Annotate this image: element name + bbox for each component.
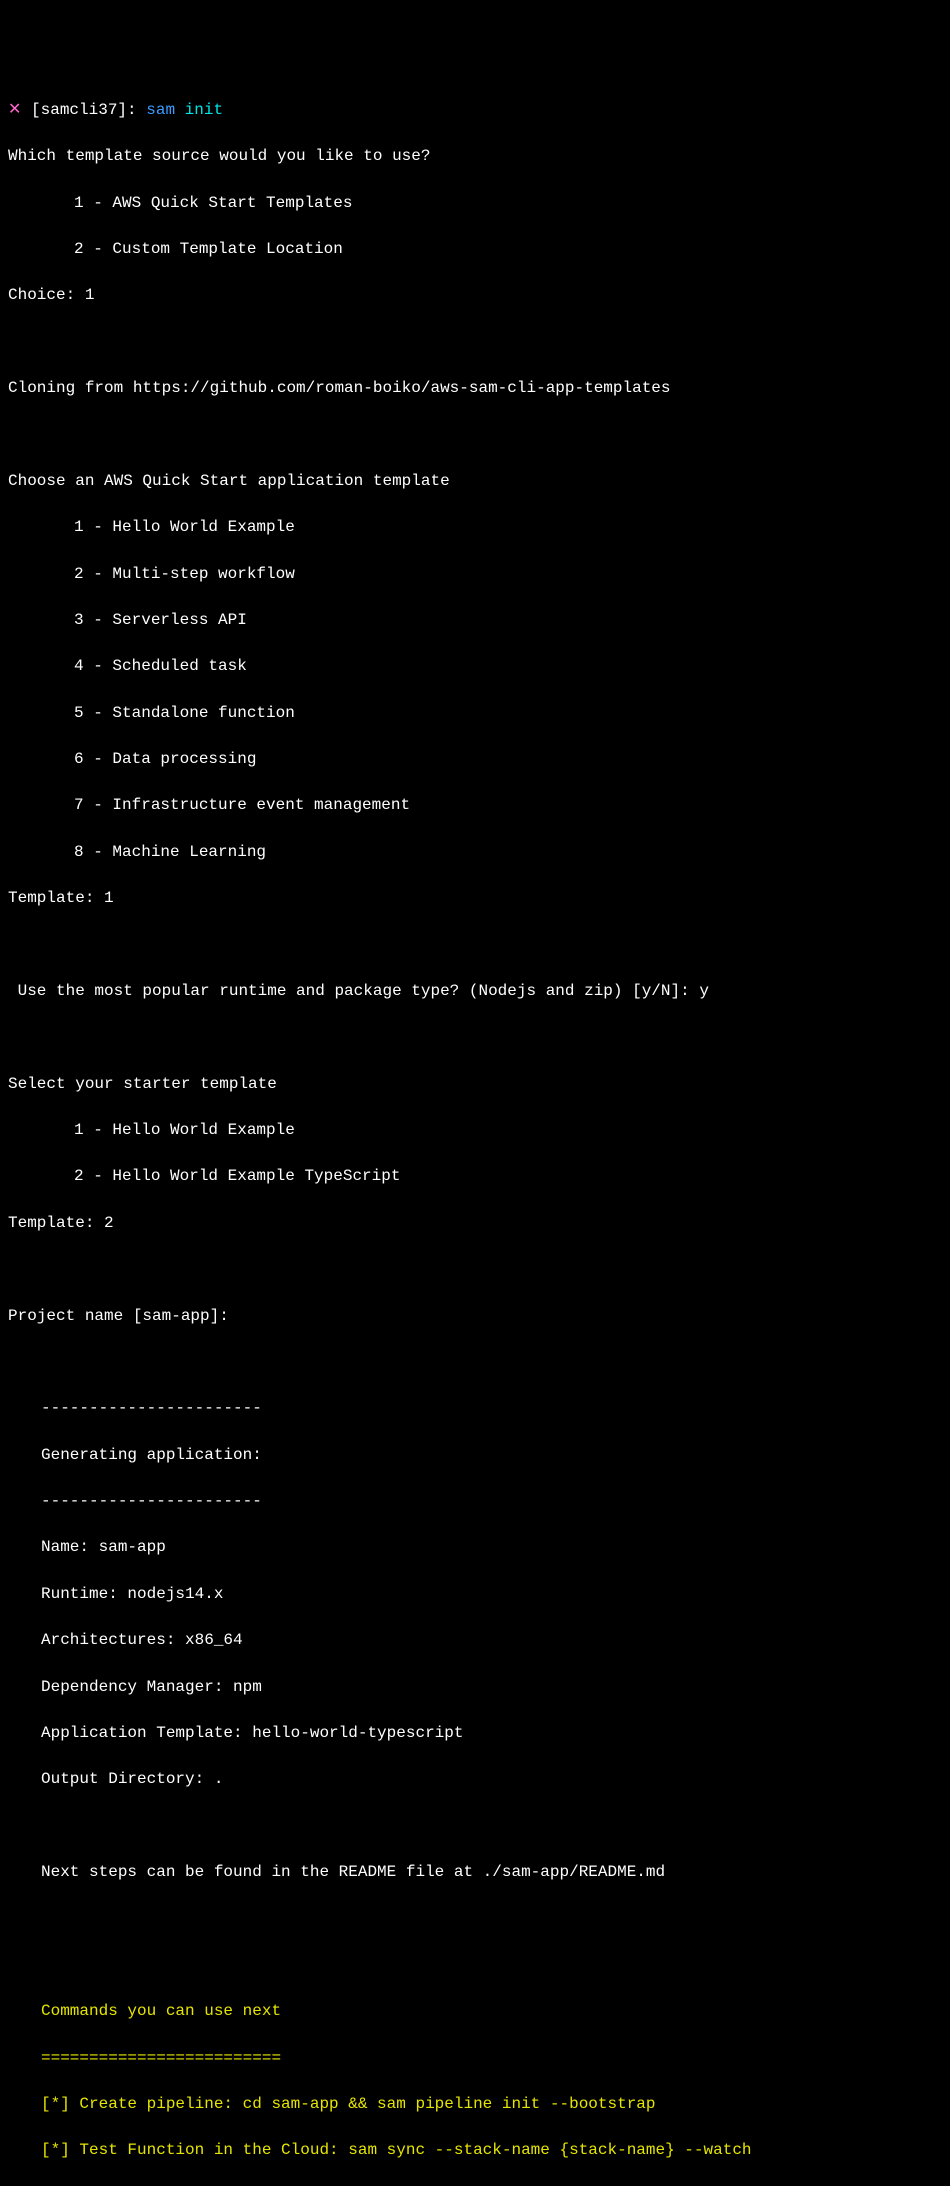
question-starter-template: Select your starter template	[8, 1073, 942, 1096]
popular-runtime-question[interactable]: Use the most popular runtime and package…	[8, 980, 942, 1003]
next-command-test: [*] Test Function in the Cloud: sam sync…	[8, 2139, 942, 2162]
gen-name: Name: sam-app	[8, 1536, 942, 1559]
next-command-pipeline: [*] Create pipeline: cd sam-app && sam p…	[8, 2093, 942, 2116]
project-name-prompt[interactable]: Project name [sam-app]:	[8, 1305, 942, 1328]
gen-runtime: Runtime: nodejs14.x	[8, 1583, 942, 1606]
option-quick-start-2: 2 - Multi-step workflow	[8, 563, 942, 586]
separator: -----------------------	[8, 1490, 942, 1513]
prompt-line[interactable]: ✕ [samcli37]: sam init	[8, 99, 942, 122]
separator: -----------------------	[8, 1397, 942, 1420]
option-template-source-2: 2 - Custom Template Location	[8, 238, 942, 261]
close-icon: ✕	[8, 101, 21, 119]
blank-line	[8, 1815, 942, 1838]
blank-line	[8, 1954, 942, 1977]
blank-line	[8, 1907, 942, 1930]
blank-line	[8, 1258, 942, 1281]
option-starter-1: 1 - Hello World Example	[8, 1119, 942, 1142]
option-quick-start-5: 5 - Standalone function	[8, 702, 942, 725]
option-quick-start-3: 3 - Serverless API	[8, 609, 942, 632]
blank-line	[8, 934, 942, 957]
next-steps-hint: Next steps can be found in the README fi…	[8, 1861, 942, 1884]
next-commands-header: Commands you can use next	[8, 2000, 942, 2023]
cloning-status: Cloning from https://github.com/roman-bo…	[8, 377, 942, 400]
option-quick-start-8: 8 - Machine Learning	[8, 841, 942, 864]
template-answer-1[interactable]: Template: 1	[8, 887, 942, 910]
template-answer-2[interactable]: Template: 2	[8, 1212, 942, 1235]
gen-architectures: Architectures: x86_64	[8, 1629, 942, 1652]
question-template-source: Which template source would you like to …	[8, 145, 942, 168]
option-quick-start-1: 1 - Hello World Example	[8, 516, 942, 539]
option-quick-start-6: 6 - Data processing	[8, 748, 942, 771]
blank-line	[8, 1026, 942, 1049]
option-quick-start-7: 7 - Infrastructure event management	[8, 794, 942, 817]
gen-application-template: Application Template: hello-world-typesc…	[8, 1722, 942, 1745]
generating-title: Generating application:	[8, 1444, 942, 1467]
gen-output-directory: Output Directory: .	[8, 1768, 942, 1791]
question-quick-start: Choose an AWS Quick Start application te…	[8, 470, 942, 493]
gen-dependency-manager: Dependency Manager: npm	[8, 1676, 942, 1699]
blank-line	[8, 423, 942, 446]
prompt-host: [samcli37]:	[31, 101, 137, 119]
blank-line	[8, 1351, 942, 1374]
next-commands-separator: =========================	[8, 2047, 942, 2070]
option-starter-2: 2 - Hello World Example TypeScript	[8, 1165, 942, 1188]
choice-answer[interactable]: Choice: 1	[8, 284, 942, 307]
blank-line	[8, 331, 942, 354]
option-quick-start-4: 4 - Scheduled task	[8, 655, 942, 678]
option-template-source-1: 1 - AWS Quick Start Templates	[8, 192, 942, 215]
command-sam: sam	[146, 101, 175, 119]
command-init: init	[185, 101, 223, 119]
